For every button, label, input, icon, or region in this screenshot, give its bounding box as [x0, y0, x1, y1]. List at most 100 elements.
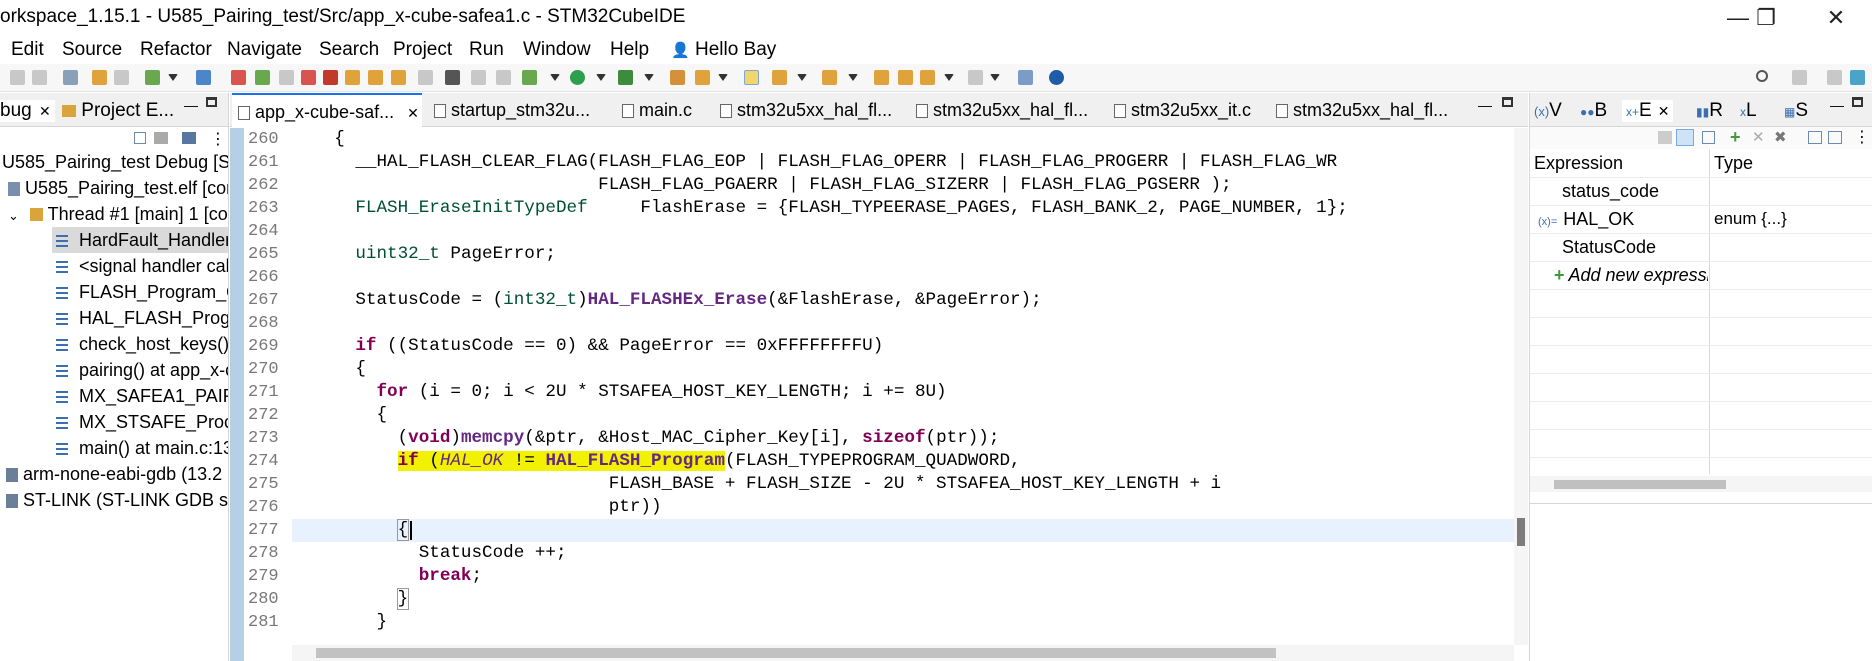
suspend-icon[interactable] — [279, 70, 294, 85]
step-icon[interactable] — [255, 70, 270, 85]
add-icon[interactable]: + — [1730, 127, 1741, 148]
tree-item-elf[interactable]: U585_Pairing_test.elf [core — [0, 175, 228, 201]
restart-icon[interactable] — [496, 70, 511, 85]
prev-annotation-icon[interactable] — [822, 70, 837, 85]
binary-icon[interactable] — [63, 70, 78, 85]
next-annotation-icon[interactable] — [772, 70, 787, 85]
collapse-all-icon[interactable] — [1702, 131, 1715, 144]
back-icon[interactable] — [920, 70, 935, 85]
remove-all-icon[interactable]: ✖ — [1774, 128, 1787, 146]
expression-row[interactable]: StatusCode — [1562, 237, 1656, 258]
remove-icon[interactable]: ✕ — [1752, 128, 1765, 146]
close-icon[interactable]: ✕ — [1658, 103, 1670, 119]
view-menu-icon[interactable]: ⋮ — [1854, 127, 1870, 147]
horizontal-scrollbar[interactable] — [1530, 476, 1872, 492]
debug-icon[interactable] — [196, 70, 211, 85]
undo-icon[interactable] — [92, 70, 107, 85]
tree-item-frame-hal-flash-program[interactable]: HAL_FLASH_Progra — [52, 305, 228, 331]
maximize-icon[interactable] — [206, 97, 217, 107]
pin-editor-icon[interactable] — [1018, 70, 1033, 85]
menu-navigate[interactable]: Navigate — [227, 39, 302, 61]
tab-main-c[interactable]: main.c — [614, 93, 692, 127]
vertical-scrollbar[interactable] — [1514, 128, 1528, 645]
restore-button[interactable]: ❐ — [1744, 3, 1788, 33]
forward-icon[interactable] — [968, 70, 983, 85]
info-icon[interactable] — [1049, 70, 1064, 85]
resume-icon[interactable] — [231, 70, 246, 85]
tab-sfrs[interactable]: ▦S — [1784, 100, 1808, 122]
list-icon[interactable] — [471, 70, 486, 85]
collapse-all-icon[interactable] — [134, 132, 146, 144]
redo-icon[interactable] — [114, 70, 129, 85]
show-type-icon[interactable] — [1658, 131, 1672, 144]
column-header-expression[interactable]: Expression — [1534, 153, 1623, 174]
tree-item-frame-main[interactable]: main() at main.c:13( — [52, 435, 228, 461]
tab-expressions[interactable]: x+E ✕ — [1622, 100, 1674, 122]
tab-breakpoints[interactable]: ●●B — [1580, 100, 1607, 122]
step-over-icon[interactable] — [368, 70, 383, 85]
tab-registers[interactable]: ▮▮R — [1696, 100, 1723, 122]
terminate-icon[interactable] — [301, 70, 316, 85]
scrollbar-thumb[interactable] — [1554, 480, 1726, 489]
chevron-down-icon[interactable] — [797, 74, 807, 82]
tree-item-thread[interactable]: ⌄ Thread #1 [main] 1 [co — [0, 201, 228, 227]
chevron-down-icon[interactable] — [550, 74, 560, 82]
tree-item-frame-mx-stsafe-process[interactable]: MX_STSAFE_Proces — [52, 409, 228, 435]
chevron-down-icon[interactable] — [718, 74, 728, 82]
maximize-icon[interactable] — [1852, 97, 1863, 107]
menu-project[interactable]: Project — [393, 39, 452, 61]
maximize-icon[interactable] — [1502, 97, 1513, 107]
expression-row[interactable]: status_code — [1562, 181, 1659, 202]
minimize-icon[interactable]: — — [1830, 97, 1844, 113]
run-icon[interactable] — [570, 70, 585, 85]
chevron-down-icon[interactable] — [848, 74, 858, 82]
debug-perspective-icon[interactable] — [1850, 70, 1865, 85]
save-icon[interactable] — [10, 70, 25, 85]
menu-edit[interactable]: Edit — [11, 39, 44, 61]
expression-row[interactable]: (x)= HAL_OK — [1538, 209, 1634, 230]
remove-terminated-icon[interactable] — [154, 132, 168, 144]
tab-project-explorer[interactable]: Project E... — [62, 100, 174, 122]
instruction-step-icon[interactable] — [418, 70, 433, 85]
tab-live-expressions[interactable]: xL — [1740, 100, 1757, 122]
column-header-type[interactable]: Type — [1714, 153, 1753, 174]
tree-item-frame-mx-safea1-pairing[interactable]: MX_SAFEA1_PAIRIN — [52, 383, 228, 409]
tree-item-frame-hardfault[interactable]: HardFault_Handler( — [52, 227, 228, 253]
last-edit-icon[interactable] — [874, 70, 889, 85]
perspective-icon[interactable] — [1827, 70, 1842, 85]
tree-item-frame-pairing[interactable]: pairing() at app_x-c — [52, 357, 228, 383]
tree-item-debug-config[interactable]: U585_Pairing_test Debug [ST — [2, 149, 228, 175]
chevron-down-icon[interactable] — [168, 74, 178, 82]
tree-item-frame-check-host-keys[interactable]: check_host_keys() a — [52, 331, 228, 357]
chevron-down-icon[interactable] — [644, 74, 654, 82]
build-icon[interactable] — [522, 70, 537, 85]
close-icon[interactable]: ✕ — [39, 103, 51, 119]
export-icon[interactable] — [1828, 131, 1842, 144]
tree-item-frame-signal[interactable]: <signal handler call — [52, 253, 228, 279]
horizontal-scrollbar[interactable] — [292, 645, 1514, 661]
minimize-icon[interactable]: — — [1478, 97, 1492, 113]
tab-stm32u5xx-hal-flash-3[interactable]: stm32u5xx_hal_fl... — [1268, 93, 1448, 127]
tree-item-gdb[interactable]: arm-none-eabi-gdb (13.2 — [0, 461, 228, 487]
scrollbar-thumb[interactable] — [316, 648, 1276, 658]
column-divider[interactable] — [1709, 149, 1710, 474]
search-icon[interactable] — [1756, 70, 1768, 82]
save-all-icon[interactable] — [32, 70, 47, 85]
menu-search[interactable]: Search — [319, 39, 379, 61]
tab-stm32u5xx-hal-flash-2[interactable]: stm32u5xx_hal_fl... — [908, 93, 1088, 127]
minimize-icon[interactable]: — — [184, 97, 198, 113]
tab-stm32u5xx-it[interactable]: stm32u5xx_it.c — [1106, 93, 1251, 127]
refresh-icon[interactable] — [145, 70, 160, 85]
link-icon[interactable] — [445, 70, 460, 85]
code-area[interactable]: { __HAL_FLASH_CLEAR_FLAG(FLASH_FLAG_EOP … — [292, 128, 1514, 645]
chevron-down-icon[interactable]: ⌄ — [8, 203, 19, 227]
tab-startup[interactable]: startup_stm32u... — [426, 93, 590, 127]
tab-debug[interactable]: bug ✕ — [0, 100, 55, 122]
tree-item-stlink[interactable]: ST-LINK (ST-LINK GDB ser — [0, 487, 228, 513]
menu-help[interactable]: Help — [610, 39, 649, 61]
menu-refactor[interactable]: Refactor — [140, 39, 212, 61]
open-folder-icon[interactable] — [670, 70, 685, 85]
step-filter-icon[interactable] — [182, 132, 196, 144]
chevron-down-icon[interactable] — [596, 74, 606, 82]
step-return-icon[interactable] — [391, 70, 406, 85]
